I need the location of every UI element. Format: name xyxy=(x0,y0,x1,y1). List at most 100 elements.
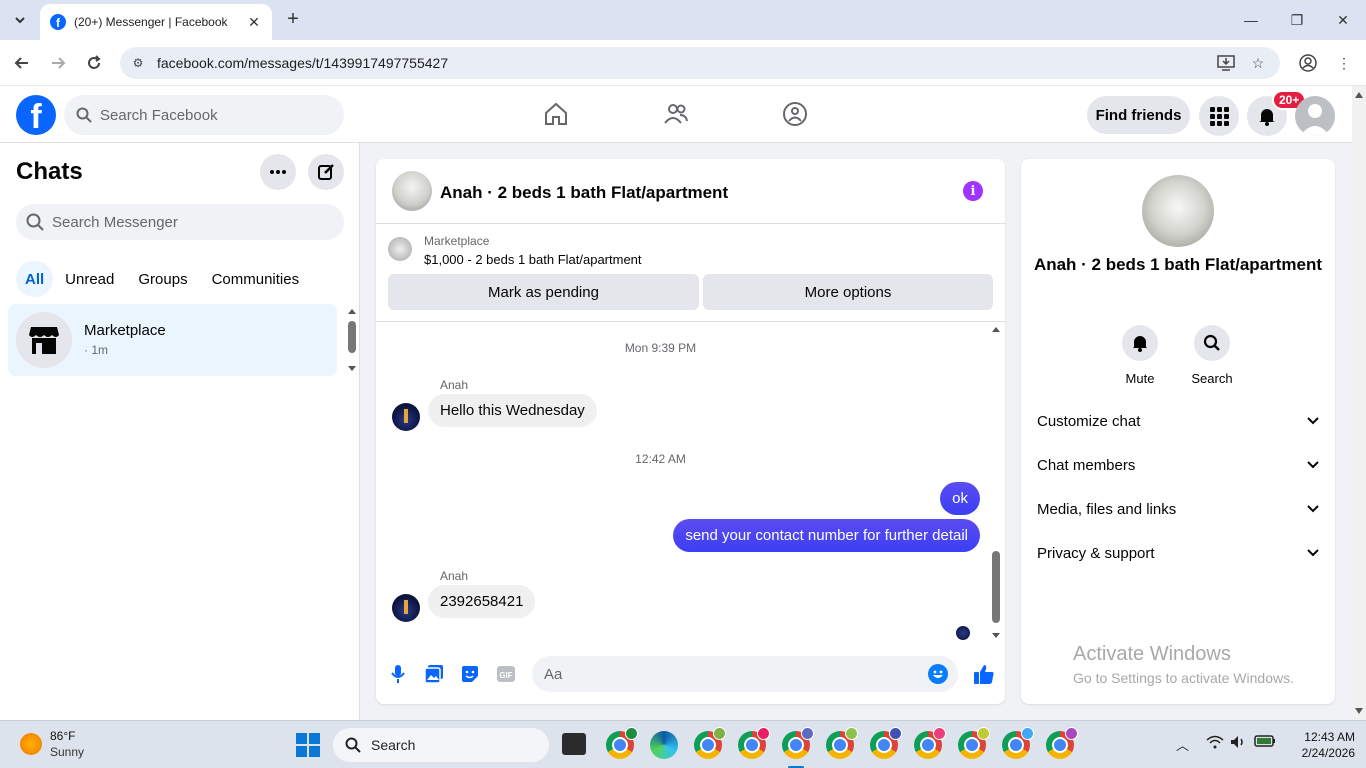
chrome-profile-icon[interactable] xyxy=(606,727,638,759)
file-explorer-icon[interactable] xyxy=(562,733,586,755)
reload-icon[interactable] xyxy=(82,51,106,75)
messenger-search-input[interactable]: Search Messenger xyxy=(16,204,344,240)
filter-unread[interactable]: Unread xyxy=(53,261,126,297)
account-avatar[interactable] xyxy=(1295,96,1335,136)
address-bar[interactable]: ⚙ facebook.com/messages/t/14399174977554… xyxy=(120,47,1280,79)
chrome-profile-icon[interactable] xyxy=(958,727,990,759)
new-tab-icon[interactable]: + xyxy=(282,8,304,32)
chat-members-row[interactable]: Chat members xyxy=(1037,445,1319,485)
seen-indicator-avatar xyxy=(956,626,970,640)
search-label: Search xyxy=(1191,371,1233,386)
facebook-search-input[interactable]: Search Facebook xyxy=(64,95,344,135)
listing-price-title[interactable]: $1,000 - 2 beds 1 bath Flat/apartment xyxy=(424,252,642,267)
chrome-profile-icon[interactable] xyxy=(1046,727,1078,759)
emoji-icon[interactable] xyxy=(928,664,948,684)
info-icon[interactable]: i xyxy=(963,181,983,201)
listing-thumbnail[interactable] xyxy=(388,237,412,261)
wifi-icon[interactable] xyxy=(1206,735,1224,752)
sender-avatar[interactable] xyxy=(392,403,420,431)
maximize-icon[interactable]: ❐ xyxy=(1274,0,1320,40)
windows-taskbar: 86°F Sunny Search ︿ 12:43 AM 2/24/2026 xyxy=(0,720,1366,768)
sender-avatar[interactable] xyxy=(392,594,420,622)
conversation-scrollbar[interactable] xyxy=(990,323,1002,643)
mark-as-pending-button[interactable]: Mark as pending xyxy=(388,274,699,310)
tab-search-chevron-icon[interactable] xyxy=(8,8,32,32)
incoming-message[interactable]: 2392658421 xyxy=(428,585,536,618)
browser-tab[interactable]: f (20+) Messenger | Facebook ✕ xyxy=(40,4,272,40)
chrome-profile-icon[interactable] xyxy=(914,727,946,759)
weather-sun-icon[interactable] xyxy=(20,733,42,755)
chrome-profile-icon[interactable] xyxy=(782,727,814,759)
microphone-icon[interactable] xyxy=(387,663,409,685)
back-icon[interactable] xyxy=(10,51,34,75)
taskbar-search-placeholder: Search xyxy=(371,737,416,753)
chrome-profile-icon[interactable] xyxy=(826,727,858,759)
browser-tabbar: f (20+) Messenger | Facebook ✕ + — ❐ ✕ xyxy=(0,0,1366,40)
chrome-profile-icon[interactable] xyxy=(694,727,726,759)
chat-list-item[interactable]: Marketplace · 1m xyxy=(8,304,337,376)
message-thread: Mon 9:39 PM Anah Hello this Wednesday 12… xyxy=(376,323,1005,648)
filter-communities[interactable]: Communities xyxy=(200,261,312,297)
marketplace-listing-card: Marketplace $1,000 - 2 beds 1 bath Flat/… xyxy=(376,225,1005,322)
incoming-message[interactable]: Hello this Wednesday xyxy=(428,394,597,427)
page-scrollbar[interactable] xyxy=(1352,86,1366,720)
more-options-button[interactable]: More options xyxy=(703,274,993,310)
system-clock[interactable]: 12:43 AM 2/24/2026 xyxy=(1285,729,1355,761)
weather-temperature[interactable]: 86°F xyxy=(50,729,75,743)
minimize-icon[interactable]: — xyxy=(1228,0,1274,40)
tab-close-icon[interactable]: ✕ xyxy=(246,14,262,31)
outgoing-message[interactable]: ok xyxy=(940,482,980,515)
new-message-icon[interactable] xyxy=(308,154,344,190)
window-close-icon[interactable]: ✕ xyxy=(1320,0,1366,40)
conversation-avatar[interactable] xyxy=(392,171,432,211)
search-action[interactable]: Search xyxy=(1182,325,1242,386)
more-options-icon[interactable] xyxy=(260,154,296,190)
find-friends-button[interactable]: Find friends xyxy=(1087,96,1190,134)
volume-icon[interactable] xyxy=(1230,735,1246,752)
message-input[interactable]: Aa xyxy=(532,656,958,692)
menu-grid-icon[interactable] xyxy=(1199,96,1239,136)
edge-browser-icon[interactable] xyxy=(650,731,678,759)
gif-icon[interactable]: GIF xyxy=(495,663,517,685)
groups-icon[interactable] xyxy=(781,100,809,128)
privacy-support-row[interactable]: Privacy & support xyxy=(1037,533,1319,573)
forward-icon[interactable] xyxy=(46,51,70,75)
browser-menu-icon[interactable]: ⋮ xyxy=(1330,47,1358,79)
site-info-icon[interactable]: ⚙ xyxy=(128,56,148,70)
conversation-title[interactable]: Anah · 2 beds 1 bath Flat/apartment xyxy=(440,183,728,203)
details-avatar[interactable] xyxy=(1142,175,1214,247)
search-icon[interactable] xyxy=(1194,325,1230,361)
weather-condition[interactable]: Sunny xyxy=(50,745,84,759)
thumbs-up-icon[interactable] xyxy=(972,662,996,686)
mute-bell-icon[interactable] xyxy=(1122,325,1158,361)
details-name: Anah · 2 beds 1 bath Flat/apartment xyxy=(1033,255,1323,274)
battery-icon[interactable] xyxy=(1254,735,1276,750)
outgoing-message[interactable]: send your contact number for further det… xyxy=(673,519,980,552)
watermark-title: Activate Windows xyxy=(1073,643,1231,665)
media-files-links-label: Media, files and links xyxy=(1037,500,1177,518)
filter-all[interactable]: All xyxy=(16,261,54,297)
message-sender: Anah xyxy=(440,378,469,392)
bookmark-star-icon[interactable]: ☆ xyxy=(1244,47,1272,79)
url-text[interactable]: facebook.com/messages/t/1439917497755427 xyxy=(157,55,448,71)
install-app-icon[interactable] xyxy=(1212,47,1240,79)
filter-groups[interactable]: Groups xyxy=(126,261,199,297)
facebook-logo-icon[interactable]: f xyxy=(16,95,56,135)
taskbar-search-input[interactable]: Search xyxy=(333,728,549,762)
customize-chat-row[interactable]: Customize chat xyxy=(1037,401,1319,441)
chevron-down-icon xyxy=(1307,505,1319,513)
mute-action[interactable]: Mute xyxy=(1110,325,1170,386)
home-icon[interactable] xyxy=(542,100,570,128)
sticker-icon[interactable] xyxy=(459,663,481,685)
chrome-profile-icon[interactable] xyxy=(870,727,902,759)
chat-list-scrollbar[interactable] xyxy=(344,305,360,375)
media-files-links-row[interactable]: Media, files and links xyxy=(1037,489,1319,529)
windows-start-icon[interactable] xyxy=(296,733,320,757)
chrome-profile-icon[interactable] xyxy=(1002,727,1034,759)
photo-gallery-icon[interactable] xyxy=(423,663,445,685)
show-hidden-icons-chevron-icon[interactable]: ︿ xyxy=(1176,735,1189,754)
chrome-profile-icon[interactable] xyxy=(738,727,770,759)
friends-icon[interactable] xyxy=(662,100,690,128)
profile-icon[interactable] xyxy=(1294,47,1322,79)
svg-text:GIF: GIF xyxy=(499,671,512,680)
